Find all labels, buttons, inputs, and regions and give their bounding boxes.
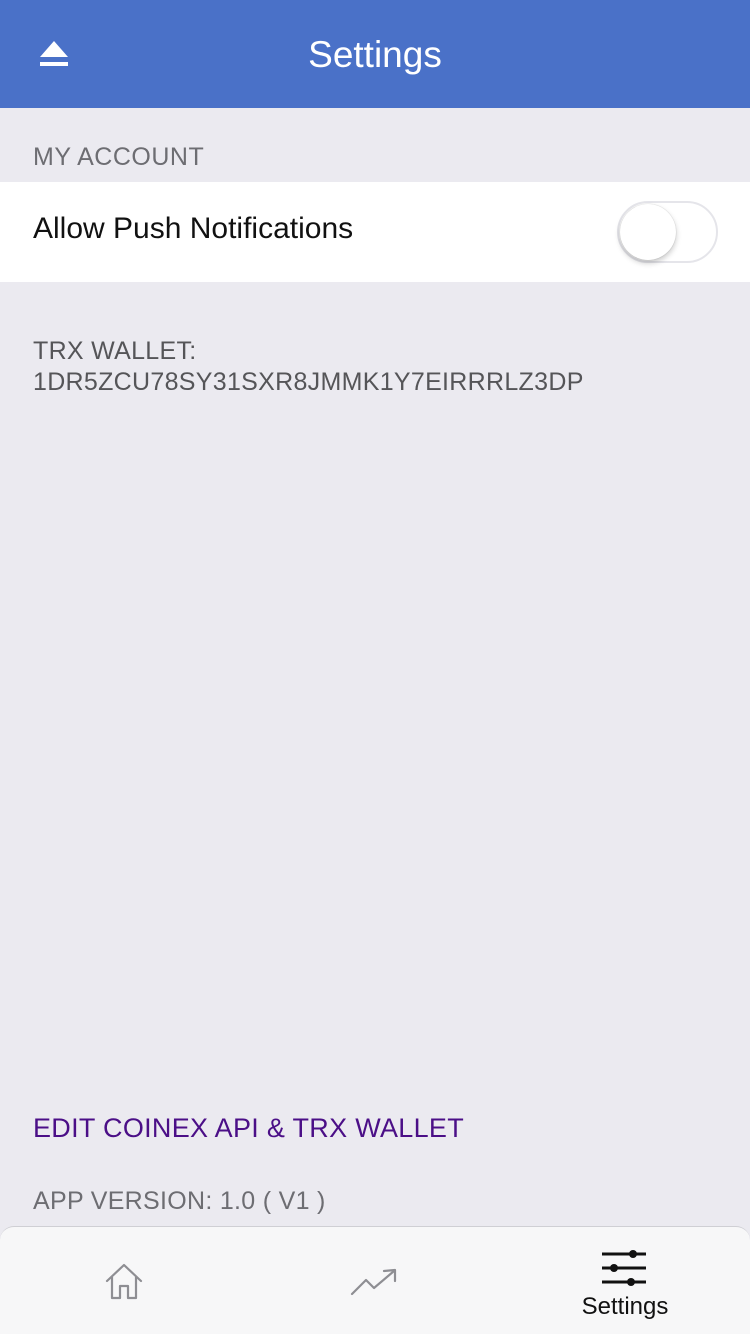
page-title: Settings	[308, 34, 442, 75]
edit-coinex-api-link[interactable]: EDIT COINEX API & TRX WALLET	[33, 1113, 464, 1144]
home-icon	[105, 1263, 143, 1300]
tab-home[interactable]	[0, 1227, 250, 1334]
push-notifications-label: Allow Push Notifications	[33, 212, 354, 245]
tab-bar: Settings	[0, 1226, 750, 1334]
tab-settings[interactable]: Settings	[500, 1227, 750, 1334]
trending-chart-icon	[350, 1268, 397, 1296]
trx-wallet-label: TRX WALLET:	[33, 337, 197, 365]
app-version-text: APP VERSION: 1.0 ( V1 )	[33, 1187, 326, 1215]
tab-trends[interactable]	[250, 1227, 500, 1334]
nav-bar: Settings	[0, 0, 750, 108]
section-header-my-account: MY ACCOUNT	[33, 143, 205, 171]
push-notifications-toggle[interactable]	[617, 201, 718, 263]
trx-wallet-address: 1DR5ZCU78SY31SXR8JMMK1Y7EIRRRLZ3DP	[33, 368, 584, 396]
sliders-icon	[602, 1250, 646, 1286]
tab-settings-label: Settings	[581, 1293, 669, 1320]
toggle-knob	[620, 204, 676, 260]
